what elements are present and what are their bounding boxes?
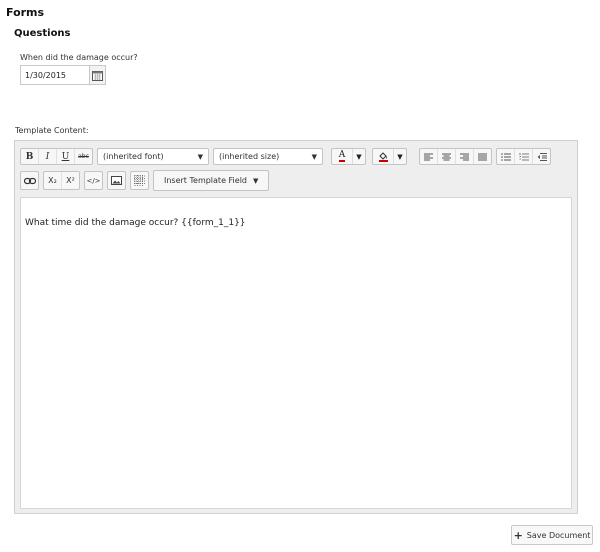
date-field [20,65,106,85]
align-justify-button[interactable] [474,149,491,164]
align-right-icon [460,153,469,160]
superscript-button[interactable]: X² [62,172,79,189]
align-center-icon [442,153,451,160]
save-document-button[interactable]: + Save Document [511,525,593,545]
highlight-color-control: ▼ [372,148,407,165]
calendar-button[interactable] [89,66,105,84]
page-title: Forms [6,6,45,19]
font-color-arrow[interactable]: ▼ [353,149,365,164]
calendar-icon [92,70,103,81]
table-icon [134,175,145,186]
editor-content-area[interactable]: What time did the damage occur? {{form_1… [20,197,572,509]
alignment-button-group [419,148,492,165]
image-button-wrap [107,171,126,190]
superscript-icon: X² [66,176,75,185]
subscript-icon: X₂ [48,176,57,185]
insert-template-field-button[interactable]: Insert Template Field ▼ [153,170,270,191]
font-color-control: A ▼ [331,148,366,165]
subscript-button[interactable]: X₂ [44,172,62,189]
bullet-list-icon [500,152,511,161]
outdent-icon [537,152,547,161]
rich-text-editor: B I U abc (inherited font) ▼ (inherited … [14,140,578,514]
numbered-list-icon [519,152,529,160]
align-left-button[interactable] [420,149,438,164]
bullet-list-button[interactable] [497,149,515,164]
align-right-button[interactable] [456,149,474,164]
toolbar-row-1: B I U abc (inherited font) ▼ (inherited … [20,148,555,165]
align-center-button[interactable] [438,149,456,164]
save-document-label: Save Document [526,530,591,540]
font-size-dropdown[interactable]: (inherited size) ▼ [213,148,323,165]
font-color-button[interactable]: A [332,149,353,164]
chevron-down-icon: ▼ [311,152,317,161]
date-input[interactable] [21,66,89,84]
highlight-color-arrow[interactable]: ▼ [394,149,406,164]
strikethrough-button[interactable]: abc [75,149,92,164]
link-icon [23,177,36,184]
align-justify-icon [478,153,487,160]
template-content-label: Template Content: [15,126,89,135]
question-label: When did the damage occur? [20,53,138,62]
image-icon [111,176,122,185]
font-family-dropdown[interactable]: (inherited font) ▼ [97,148,209,165]
link-button[interactable] [21,172,38,189]
font-size-value: (inherited size) [219,152,280,161]
list-button-group [496,148,551,165]
align-left-icon [424,153,433,160]
chevron-down-icon: ▼ [253,176,259,185]
outdent-button[interactable] [533,149,550,164]
plus-icon: + [513,528,523,542]
code-button[interactable]: </> [85,172,102,189]
font-family-value: (inherited font) [103,152,164,161]
table-button-wrap [130,171,149,190]
editor-content-text[interactable]: What time did the damage occur? {{form_1… [25,218,246,228]
link-button-wrap [20,171,39,190]
numbered-list-button[interactable] [515,149,533,164]
table-button[interactable] [131,172,148,189]
underline-button[interactable]: U [57,149,75,164]
italic-button[interactable]: I [39,149,57,164]
highlight-color-button[interactable] [373,149,394,164]
font-color-icon: A [338,150,346,162]
insert-template-field-label: Insert Template Field [164,176,247,185]
code-button-wrap: </> [84,171,103,190]
image-button[interactable] [108,172,125,189]
chevron-down-icon: ▼ [197,152,203,161]
bold-button[interactable]: B [21,149,39,164]
script-button-group: X₂ X² [43,171,80,190]
section-title-questions: Questions [14,28,71,39]
code-icon: </> [86,176,101,185]
paint-bucket-icon [378,152,388,162]
toolbar-row-2: X₂ X² </> Insert Template Field ▼ [20,170,270,191]
format-button-group: B I U abc [20,148,93,165]
